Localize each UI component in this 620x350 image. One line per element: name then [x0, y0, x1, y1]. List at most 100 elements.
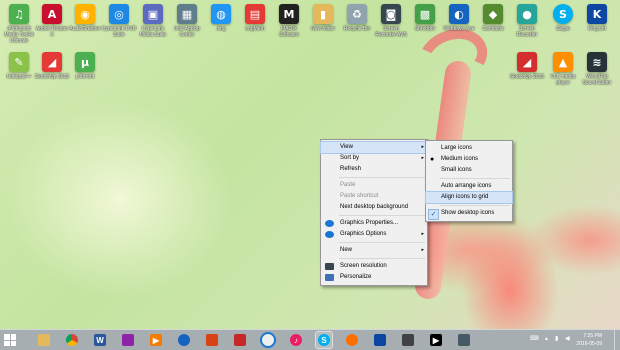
taskbar-sketch[interactable] [232, 332, 248, 348]
desktop-icon-cyberlink-dvd[interactable]: ◎ CyberLink DVD Suite [102, 4, 136, 38]
menu-item-paste-shortcut: Paste shortcut [340, 193, 379, 199]
taskbar-app-2[interactable] [456, 332, 472, 348]
desktop-icon-notepad[interactable]: ✎ Notepad++ [2, 52, 36, 80]
taskbar-graduation[interactable] [400, 332, 416, 348]
menu-separator [339, 177, 425, 178]
taskbar-app[interactable] [204, 332, 220, 348]
menu-item-view[interactable]: View ▸ [320, 141, 428, 154]
menu-separator [339, 215, 425, 216]
submenu-arrow-icon: ▸ [421, 247, 424, 253]
taskbar-winrar[interactable] [120, 332, 136, 348]
utorrent-icon: µ [75, 52, 95, 72]
start-button[interactable] [4, 334, 16, 346]
desktop-icon-screen-recorder[interactable]: ● Screen Recorder [510, 4, 544, 38]
tray-up-arrow-icon[interactable]: ▴ [545, 335, 548, 342]
desktop-icon-jing[interactable]: ◍ Jing [204, 4, 238, 32]
menu-item-new[interactable]: New ▸ [321, 245, 427, 256]
desktop-background[interactable]: ♫ 4Videosoft Media Toolkit Ultimate A Ad… [0, 0, 620, 329]
menu-item-personalize[interactable]: Personalize [321, 272, 427, 283]
view-medium-icons[interactable]: ● Medium icons [426, 154, 512, 165]
volume-icon[interactable]: ◀ [565, 335, 570, 342]
desktop-icon-skype[interactable]: S Skype [546, 4, 580, 32]
submenu-arrow-icon: ▸ [421, 231, 424, 237]
monitor-icon [374, 334, 386, 346]
personalize-icon [325, 274, 334, 281]
taskbar-word[interactable]: W [92, 332, 108, 348]
desktop-icon-media-toolkit[interactable]: ♫ 4Videosoft Media Toolkit Ultimate [2, 4, 36, 44]
taskbar-disc[interactable] [260, 332, 276, 348]
submenu-arrow-icon: ▸ [421, 144, 424, 150]
checkmark-icon: ✓ [428, 209, 439, 220]
taskbar-media[interactable]: ▶ [148, 332, 164, 348]
desktop-icon-cyberlink-media[interactable]: ▣ CyberLink Media Suite [136, 4, 170, 38]
taskbar-itunes[interactable]: ♪ [288, 332, 304, 348]
sketch-icon [234, 334, 246, 346]
desktop-icon-shredder[interactable]: ▩ Shredder [408, 4, 442, 32]
graduation-cap-icon [402, 334, 414, 346]
magix-icon: M [279, 4, 299, 24]
menu-item-refresh[interactable]: Refresh [321, 164, 427, 175]
desktop-icon-intel-appup[interactable]: ▦ Intel AppUp Center [170, 4, 204, 38]
desktop-icon-utorrent[interactable]: µ µTorrent [68, 52, 102, 80]
desktop-icon-adobe-reader[interactable]: A Adobe Reader X [35, 4, 69, 38]
radio-bullet-icon: ● [430, 156, 435, 163]
recycle-bin-icon: ♻ [347, 4, 367, 24]
taskbar-player[interactable]: ▶ [428, 332, 444, 348]
desktop-icon-camtasia[interactable]: ◆ Camtasia [476, 4, 510, 32]
media-suite-icon: ▣ [143, 4, 163, 24]
keyboard-icon[interactable]: ⌨ [530, 335, 539, 342]
play-icon: ▶ [430, 334, 442, 346]
network-icon[interactable]: ▮ [555, 335, 558, 342]
desktop-icon-sketchup-2[interactable]: ◢ SketchUp 2015 [510, 52, 544, 80]
desktop-icon-audiograbber[interactable]: ◉ AudioGrabber [68, 4, 102, 32]
menu-item-screen-resolution[interactable]: Screen resolution [321, 261, 427, 272]
menu-separator [440, 178, 510, 179]
desktop-icon-recycle-bin[interactable]: ♻ Recycle Bin [340, 4, 374, 32]
intel-graphics-icon [325, 220, 334, 227]
taskbar-teamviewer[interactable] [176, 332, 192, 348]
live-icon: ◐ [449, 4, 469, 24]
view-large-icons[interactable]: Large icons [426, 143, 512, 154]
taskbar-firefox[interactable] [344, 332, 360, 348]
desktop-icon-wavepad[interactable]: ≋ WavePad Sound Editor [580, 52, 614, 86]
taskbar-skype[interactable]: S [315, 331, 333, 349]
menu-item-sort-by[interactable]: Sort by ▸ [321, 153, 427, 164]
view-auto-arrange[interactable]: Auto arrange icons [426, 181, 512, 192]
taskbar-clock[interactable]: 7:35 PM 2016-05-09 [576, 332, 602, 348]
desktop-context-menu: View ▸ Sort by ▸ Refresh Paste Paste short… [320, 139, 428, 286]
desktop-icon-avs-recorder[interactable]: ◙ Screen Recorder AVS [374, 4, 408, 38]
app-icon [458, 334, 470, 346]
view-show-desktop-icons[interactable]: ✓ Show desktop icons [426, 208, 512, 220]
taskbar-file-explorer[interactable] [36, 332, 52, 348]
desktop-icon-new-folder[interactable]: ▮ New folder [306, 4, 340, 32]
jing-icon: ◍ [211, 4, 231, 24]
view-align-to-grid[interactable]: Align icons to grid [425, 191, 513, 204]
menu-item-graphics-properties[interactable]: Graphics Properties... [321, 218, 427, 229]
folder-icon: ▮ [313, 4, 333, 24]
pdf-icon: A [42, 4, 62, 24]
menu-separator [339, 258, 425, 259]
vlc-icon: ▲ [553, 52, 573, 72]
camtasia-icon: ◆ [483, 4, 503, 24]
desktop-icon-vlc[interactable]: ▲ VLC media player [546, 52, 580, 86]
sketchup-icon: ◢ [42, 52, 62, 72]
recorder-icon: ◙ [381, 4, 401, 24]
desktop-icon-windows-live[interactable]: ◐ Windows Live [442, 4, 476, 32]
desktop-icon-sketchup[interactable]: ◢ SketchUp 2015 [35, 52, 69, 80]
view-small-icons[interactable]: Small icons [426, 165, 512, 176]
sketchup-2-icon: ◢ [517, 52, 537, 72]
desktop-icon-kingsoft[interactable]: K Kingsoft [580, 4, 614, 32]
taskbar-chrome[interactable] [64, 332, 80, 348]
view-submenu: Large icons ● Medium icons Small icons Au… [425, 140, 513, 222]
screen-recorder-icon: ● [517, 4, 537, 24]
show-desktop-button[interactable] [614, 330, 620, 350]
desktop-icon-magix[interactable]: M MAGIX Software [272, 4, 306, 38]
menu-item-graphics-options[interactable]: Graphics Options ▸ [321, 229, 427, 240]
teamviewer-icon [178, 334, 190, 346]
submenu-arrow-icon: ▸ [421, 155, 424, 161]
desktop-icon-logmein[interactable]: ▤ LogMeIn [238, 4, 272, 32]
taskbar-monitor[interactable] [372, 332, 388, 348]
menu-item-paste: Paste [340, 182, 356, 188]
menu-item-next-background[interactable]: Next desktop background [321, 202, 427, 213]
notepad-icon: ✎ [9, 52, 29, 72]
